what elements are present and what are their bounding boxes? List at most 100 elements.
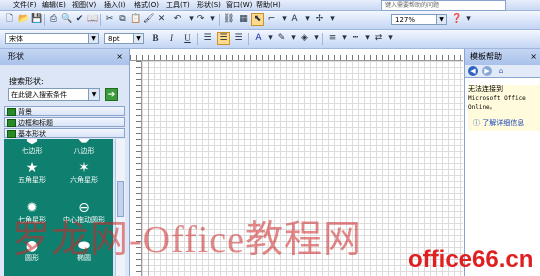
line-color-icon[interactable]: ✎ — [276, 33, 287, 44]
search-input[interactable]: 在此键入搜索条件 ▼ — [8, 88, 100, 101]
save-icon[interactable]: 💾 — [31, 14, 42, 25]
research-icon[interactable]: 📖 — [87, 14, 98, 25]
align-center-icon[interactable]: ☰ — [217, 32, 230, 45]
paste-icon[interactable]: 📋 — [130, 14, 141, 25]
open-folder-icon[interactable]: 📂 — [18, 14, 29, 25]
menu-tools[interactable]: 工具(T) — [166, 0, 190, 10]
learn-more-link[interactable]: ⓘ 了解详细信息 — [473, 118, 524, 128]
menu-format[interactable]: 格式(O) — [134, 0, 159, 10]
italic-button[interactable]: I — [166, 33, 177, 44]
bold-button[interactable]: B — [150, 33, 161, 44]
help-question-input[interactable]: 键入需要帮助的问题 — [381, 0, 506, 11]
stencil-borders-titles[interactable]: 边框和标题 — [4, 117, 125, 127]
redo-icon[interactable]: ↷ — [195, 14, 206, 25]
spelling-icon[interactable]: ✔ — [74, 14, 85, 25]
line-color-dropdown-icon[interactable]: ▾ — [288, 33, 299, 44]
line-ends-dropdown-icon[interactable]: ▾ — [385, 33, 396, 44]
stencil-label: 边框和标题 — [18, 119, 53, 127]
underline-button[interactable]: U — [182, 33, 193, 44]
connector-tool-icon[interactable]: ⌐ — [266, 14, 277, 25]
back-icon[interactable]: ◀ — [468, 66, 478, 76]
font-color-icon[interactable]: A — [253, 33, 264, 44]
link-icon[interactable]: ⛓ — [223, 14, 234, 25]
font-value: 宋体 — [9, 35, 23, 43]
shape-label: 七边形 — [21, 147, 43, 155]
font-size-select[interactable]: 8pt ▼ — [104, 33, 144, 44]
print-preview-icon[interactable]: 🔍 — [61, 14, 72, 25]
menu-window[interactable]: 窗口(W) — [226, 0, 252, 10]
shape-heptagon[interactable]: ⬢ 七边形 — [7, 139, 57, 156]
font-select[interactable]: 宋体 ▼ — [5, 33, 99, 44]
menu-shape[interactable]: 形状(S) — [197, 0, 221, 10]
chevron-down-icon[interactable]: ▼ — [88, 89, 99, 100]
stencil-basic-shapes[interactable]: 基本形状 — [4, 128, 125, 138]
learn-more-label: 了解详细信息 — [482, 119, 525, 127]
search-shapes-label: 搜索形状: — [9, 77, 44, 86]
shape-label: 六角星形 — [70, 176, 98, 184]
home-icon[interactable]: ⌂ — [496, 66, 506, 76]
help-icon[interactable]: ❓ — [451, 14, 462, 25]
six-point-star-icon: ✶ — [78, 160, 90, 176]
align-left-icon[interactable]: ☰ — [202, 33, 213, 44]
help-nav-bar: ◀ ▶ ⌂ — [465, 65, 540, 78]
copy-icon[interactable]: ⧉ — [117, 14, 128, 25]
delete-icon[interactable]: ✕ — [156, 14, 167, 25]
help-pane-header: 模板帮助 × — [465, 49, 540, 65]
menu-file[interactable]: 文件(F) — [13, 0, 37, 10]
redo-dropdown-icon[interactable]: ▾ — [207, 14, 218, 25]
text-tool-icon[interactable]: A — [289, 14, 300, 25]
shape-octagon[interactable]: ⯃ 八边形 — [59, 139, 109, 156]
new-document-icon[interactable]: 🗋 — [4, 14, 15, 25]
search-placeholder: 在此键入搜索条件 — [11, 91, 67, 99]
shape-label: 八边形 — [73, 147, 95, 155]
menu-help[interactable]: 帮助(H) — [256, 0, 281, 10]
shape-six-point-star[interactable]: ✶ 六角星形 — [59, 160, 109, 185]
menu-edit[interactable]: 编辑(E) — [42, 0, 66, 10]
close-icon[interactable]: × — [530, 49, 537, 65]
heptagon-icon: ⬢ — [25, 139, 39, 147]
zoom-select[interactable]: 127% ▼ — [391, 14, 447, 25]
search-go-button[interactable]: ➔ — [105, 88, 118, 101]
fill-color-dropdown-icon[interactable]: ▾ — [311, 33, 322, 44]
info-icon: ⓘ — [473, 119, 480, 127]
shapes-pane-title: 形状 — [8, 52, 24, 61]
watermark-site: office66.cn — [408, 246, 534, 273]
line-weight-dropdown-icon[interactable]: ▾ — [339, 33, 350, 44]
connection-point-icon[interactable]: ✢ — [314, 14, 325, 25]
line-ends-icon[interactable]: ⇄ — [373, 33, 384, 44]
chevron-down-icon: ▼ — [436, 15, 446, 24]
close-icon[interactable]: × — [116, 49, 123, 65]
template-help-pane: 模板帮助 × ◀ ▶ ⌂ 无法连接到 Microsoft Office Onli… — [464, 49, 540, 276]
chevron-down-icon: ▼ — [88, 34, 98, 43]
line-pattern-icon[interactable]: ┅ — [350, 33, 361, 44]
shapes-window-icon[interactable]: ▦ — [238, 14, 249, 25]
help-message-line: 无法连接到 — [468, 85, 503, 93]
shapes-pane-header: 形状 × — [0, 49, 129, 65]
cut-icon[interactable]: ✂ — [104, 14, 115, 25]
help-message-line: Online。 — [468, 104, 496, 111]
align-right-icon[interactable]: ☰ — [233, 33, 244, 44]
text-dropdown-icon[interactable]: ▾ — [302, 14, 313, 25]
chevron-down-icon: ▼ — [133, 34, 143, 43]
stencil-icon — [7, 119, 16, 127]
print-icon[interactable]: ⎙ — [48, 14, 59, 25]
stencil-label: 基本形状 — [18, 130, 46, 138]
shape-five-point-star[interactable]: ★ 五角星形 — [7, 160, 57, 185]
undo-icon[interactable]: ↶ — [172, 14, 183, 25]
forward-icon[interactable]: ▶ — [482, 66, 492, 76]
menu-insert[interactable]: 插入(I) — [104, 0, 126, 10]
menu-view[interactable]: 视图(V) — [72, 0, 96, 10]
stencil-icon — [7, 130, 16, 138]
toolbar-more-icon[interactable]: ▾ — [327, 14, 338, 25]
fill-color-icon[interactable]: ◈ — [299, 33, 310, 44]
stencil-background[interactable]: 背景 — [4, 106, 125, 116]
five-point-star-icon: ★ — [25, 160, 39, 176]
pointer-tool-icon[interactable]: ⬉ — [251, 13, 264, 26]
format-painter-icon[interactable]: 🖌 — [143, 14, 154, 25]
line-pattern-dropdown-icon[interactable]: ▾ — [362, 33, 373, 44]
font-color-dropdown-icon[interactable]: ▾ — [265, 33, 276, 44]
font-size-value: 8pt — [108, 35, 120, 43]
horizontal-ruler — [130, 49, 463, 61]
toolbar-options-icon[interactable]: ▾ — [463, 14, 474, 25]
line-weight-icon[interactable]: ≡ — [327, 33, 338, 44]
